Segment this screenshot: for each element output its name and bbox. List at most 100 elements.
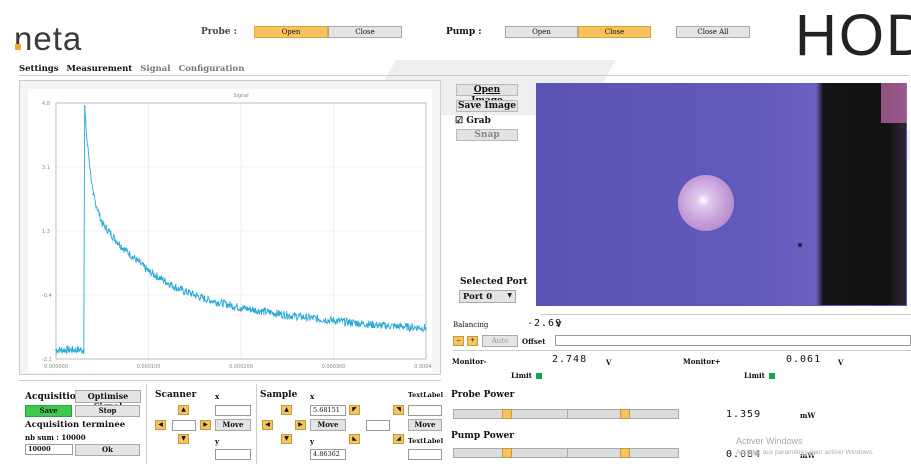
pump-power-slider-2[interactable] <box>567 448 679 458</box>
grab-label: Grab <box>466 116 491 126</box>
pump-power-label: Pump Power <box>451 431 515 441</box>
slider-handle[interactable] <box>502 409 512 419</box>
signal-data-point <box>425 327 427 329</box>
sample-y-field[interactable]: 4.86362 <box>310 449 346 460</box>
sample-x-field[interactable]: 5.68151 <box>310 405 346 416</box>
sample-textlabel-2: TextLabel <box>408 437 444 445</box>
limit-led-icon <box>768 373 775 379</box>
signal-data-point <box>119 244 122 247</box>
sample-aux-field-1[interactable] <box>408 405 442 416</box>
sample-y-label: y <box>310 437 315 446</box>
signal-data-point <box>101 222 104 225</box>
windows-activation-title: Activer Windows <box>736 436 803 446</box>
acquisition-title: Acquisition <box>25 392 83 402</box>
probe-power-value: 1.359 <box>726 409 762 420</box>
selected-port-label: Selected Port <box>460 277 528 287</box>
sum-field[interactable]: 10000 <box>25 444 73 455</box>
windows-activation-text: Accédez aux paramètres pour activer Wind… <box>736 449 874 456</box>
pump-open-button[interactable]: Open <box>505 26 578 38</box>
nb-sum-label: nb sum : 10000 <box>25 433 86 442</box>
scanner-right-button[interactable]: ▶ <box>200 420 211 430</box>
monitor-plus-label: Monitor+ <box>683 357 721 366</box>
signal-chart-panel: Signal 4.8 3.1 1.3 -0.4 -2.2 0.000000 0.000100 0… <box>19 80 441 375</box>
sample-down-arrow-button[interactable]: ◢ <box>393 434 404 444</box>
probe-power-slider-2[interactable] <box>567 409 679 419</box>
x-tick-label: 0.000100 <box>137 364 161 370</box>
balance-down-button[interactable]: − <box>453 336 464 346</box>
slider-handle[interactable] <box>620 409 630 419</box>
snap-button[interactable]: Snap <box>456 129 518 141</box>
pump-close-button[interactable]: Close <box>578 26 651 38</box>
offset-label: Offset <box>522 337 546 346</box>
monitor-plus-unit: V <box>838 358 844 367</box>
monitor-minus-unit: V <box>606 358 612 367</box>
pump-label: Pump : <box>446 27 482 37</box>
chart-title: Signal <box>233 93 248 99</box>
probe-power-unit: mW <box>800 411 816 420</box>
scanner-step-field[interactable] <box>172 420 196 431</box>
probe-close-button[interactable]: Close <box>328 26 402 38</box>
close-all-button[interactable]: Close All <box>676 26 750 38</box>
signal-data-point <box>203 297 205 300</box>
grab-checkbox[interactable]: ☑ Grab <box>455 116 491 126</box>
balancing-unit: V <box>556 320 562 329</box>
ok-button[interactable]: Ok <box>75 444 140 456</box>
sample-move-2-button[interactable]: Move <box>408 419 442 431</box>
sample-step-field[interactable] <box>366 420 390 431</box>
scanner-down-button[interactable]: ▼ <box>178 434 189 444</box>
balance-up-button[interactable]: + <box>467 336 478 346</box>
signal-data-point <box>175 286 178 289</box>
sample-y-arrow-button[interactable]: ◣ <box>349 434 360 444</box>
y-tick-label: -0.4 <box>42 293 52 299</box>
sample-up-button[interactable]: ▲ <box>281 405 292 415</box>
sample-move-button[interactable]: Move <box>310 419 346 431</box>
sample-down-button[interactable]: ▼ <box>281 434 292 444</box>
signal-data-point <box>92 193 94 196</box>
optimise-signal-button[interactable]: Optimise Signal <box>75 390 141 411</box>
limit-label: Limit <box>744 371 765 380</box>
scanner-move-button[interactable]: Move <box>215 419 251 431</box>
x-tick-label: 0.000000 <box>44 364 68 370</box>
tab-settings[interactable]: Settings <box>19 64 59 74</box>
scanner-x-label: x <box>215 392 220 401</box>
hod-logo: HOD <box>795 3 911 68</box>
sample-left-button[interactable]: ◀ <box>262 420 273 430</box>
scanner-x-field[interactable] <box>215 405 251 416</box>
sample-right-arrow-button[interactable]: ◥ <box>393 405 404 415</box>
acquisition-status: Acquisition terminee <box>25 420 126 430</box>
slider-handle[interactable] <box>620 448 630 458</box>
save-button[interactable]: Save <box>25 405 72 417</box>
slider-handle[interactable] <box>502 448 512 458</box>
open-image-button[interactable]: Open Image <box>456 84 518 106</box>
signal-data-point <box>85 135 88 137</box>
signal-data-point <box>82 349 85 351</box>
port-select[interactable]: Port 0 ▼ <box>459 290 516 303</box>
tab-signal[interactable]: Signal <box>140 64 170 74</box>
tab-divider <box>19 75 909 76</box>
tab-measurement[interactable]: Measurement <box>67 64 133 74</box>
scanner-y-field[interactable] <box>215 449 251 460</box>
x-tick-label: 0.000300 <box>322 364 346 370</box>
x-tick-label: 0.000200 <box>229 364 253 370</box>
limit-label: Limit <box>511 371 532 380</box>
sample-x-label: x <box>310 392 315 401</box>
tab-configuration[interactable]: Configuration <box>178 64 244 74</box>
sample-textlabel-1: TextLabel <box>408 391 444 399</box>
scanner-left-button[interactable]: ◀ <box>155 420 166 430</box>
monitor-minus-label: Monitor- <box>452 357 487 366</box>
neta-logo: neta <box>14 20 83 57</box>
limit-led-icon <box>535 373 542 379</box>
y-tick-label: -2.2 <box>42 357 52 363</box>
offset-field[interactable] <box>555 335 911 346</box>
sample-aux-field-2[interactable] <box>408 449 442 460</box>
scanner-y-label: y <box>215 437 220 446</box>
probe-open-button[interactable]: Open <box>254 26 328 38</box>
sample-x-arrow-button[interactable]: ◤ <box>349 405 360 415</box>
auto-button[interactable]: Auto <box>482 335 518 347</box>
monitor-minus-value: 2.748 <box>552 354 588 365</box>
save-image-button[interactable]: Save Image <box>456 100 518 112</box>
port-value: Port 0 <box>463 292 493 302</box>
stop-button[interactable]: Stop <box>75 405 140 417</box>
sample-right-button[interactable]: ▶ <box>295 420 306 430</box>
scanner-up-button[interactable]: ▲ <box>178 405 189 415</box>
